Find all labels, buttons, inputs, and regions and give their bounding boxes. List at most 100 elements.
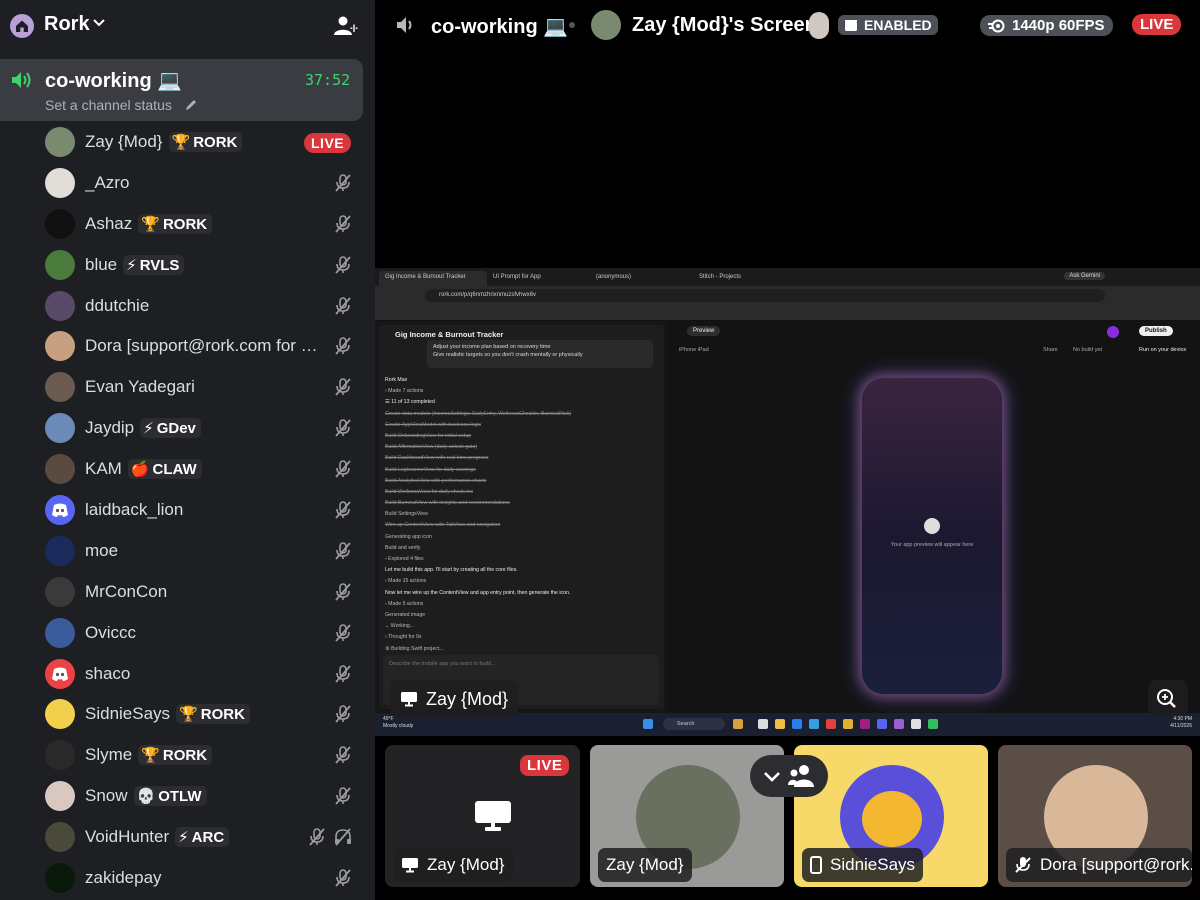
tile-label: SidnieSays [802,848,924,882]
server-header[interactable]: Rork [0,0,375,52]
channel-status-input[interactable]: Set a channel status [45,97,172,113]
member-name: KAM [85,459,122,479]
browser-tab[interactable]: Stitch - Projects [693,271,793,286]
stream-quality-badge[interactable]: 1440p 60FPS [980,15,1113,36]
voice-member-row[interactable]: Jaydip ⚡ GDev [0,408,375,449]
server-tag[interactable]: 🍎 CLAW [127,459,202,480]
publish-button[interactable]: Publish [1139,326,1173,336]
avatar-character [862,791,922,847]
server-tag[interactable]: ⚡ ARC [175,827,230,848]
voice-member-row[interactable]: _Azro [0,163,375,204]
app-icon[interactable] [911,719,921,729]
mic-muted-icon [333,704,353,724]
app-icon[interactable] [860,719,870,729]
mic-muted-icon [333,786,353,806]
clock-date: 4/11/2026 [1170,723,1192,729]
chevron-down-icon [764,772,780,782]
log-line: › Made 5 actions [385,600,424,607]
tag-label: RORK [193,134,238,151]
server-tag[interactable]: 🏆 RORK [168,132,243,152]
avatar [45,372,75,403]
app-icon[interactable] [758,719,768,729]
call-timer: 37:52 [305,71,351,89]
app-icon[interactable] [843,719,853,729]
chrome-icon[interactable] [826,719,836,729]
folder-icon[interactable] [775,719,785,729]
voice-member-row[interactable]: ddutchie [0,286,375,327]
member-name: zakidepay [85,868,162,888]
app-icon[interactable] [928,719,938,729]
voice-channel-card[interactable]: co-working 💻 37:52 Set a channel status [0,59,363,121]
start-icon[interactable] [643,719,653,729]
device-tabs[interactable]: iPhone iPad [679,347,709,353]
app-icon[interactable] [792,719,802,729]
browser-tab[interactable]: (anonymous) [590,271,690,286]
member-name: laidback_lion [85,500,184,520]
member-name-group: Slyme 🏆 RORK [85,745,213,766]
voice-member-row[interactable]: zakidepay [0,858,375,899]
preview-toolbar: Preview Publish [667,325,1200,341]
server-tag[interactable]: ⚡ GDev [140,418,201,439]
collapse-participants-button[interactable] [750,755,828,797]
voice-member-row[interactable]: MrConCon [0,572,375,613]
edge-icon[interactable] [809,719,819,729]
participant-tile[interactable]: LIVE Zay {Mod} [385,745,580,887]
server-tag[interactable]: 🏆 RORK [138,745,213,766]
ask-gemini-button[interactable]: Ask Gemini [1064,272,1105,280]
voice-member-row[interactable]: Evan Yadegari [0,367,375,408]
voice-member-row[interactable]: blue ⚡ RVLS [0,245,375,286]
voice-member-row[interactable]: Slyme 🏆 RORK [0,735,375,776]
log-line: Build BurnoutView with insights and reco… [385,500,510,507]
server-tag[interactable]: 🏆 RORK [176,704,250,725]
voice-member-row[interactable]: KAM 🍎 CLAW [0,449,375,490]
share-button[interactable]: Share [1043,347,1058,353]
voice-member-row[interactable]: laidback_lion [0,490,375,531]
discord-icon[interactable] [877,719,887,729]
member-name: Snow [85,786,128,806]
app-icon[interactable] [733,719,743,729]
live-badge[interactable]: LIVE [304,133,352,153]
voice-member-row[interactable]: shaco [0,654,375,695]
server-tag[interactable]: 🏆 RORK [138,213,213,234]
screen-share-view[interactable]: Gig Income & Burnout Tracker UI Prompt f… [375,268,1200,736]
run-on-device-button[interactable]: Run on your device [1139,347,1186,353]
voice-member-row[interactable]: SidnieSays 🏆 RORK [0,694,375,735]
add-member-icon[interactable] [332,13,358,39]
voice-member-row[interactable]: moe [0,531,375,572]
zoom-in-icon [1157,689,1176,708]
taskbar-search[interactable]: Search [663,718,725,730]
voice-member-row[interactable]: Dora [support@rork.com for help] [0,326,375,367]
tag-label: GDev [156,420,196,438]
tile-name: SidnieSays [830,855,916,874]
log-line: Build AnalyticsView with performance cha… [385,477,487,484]
avatar [1107,326,1119,338]
zoom-button[interactable] [1148,680,1188,716]
server-tag[interactable]: 💀 OTLW [133,786,207,807]
pencil-icon[interactable] [184,98,198,112]
member-name: Slyme [85,745,133,765]
log-line: Create data models (IncomeSettings, Dail… [385,410,572,417]
mic-muted-icon [333,173,353,193]
weather-widget[interactable]: 49°F Mostly cloudy [383,716,413,730]
member-name-group: _Azro [85,173,129,193]
voice-member-row[interactable]: Zay {Mod} 🏆 RORK LIVE [0,122,375,163]
browser-tab[interactable]: UI Prompt for App [487,271,587,286]
member-name: Dora [support@rork.com for help] [85,336,325,356]
url-bar[interactable]: rork.com/p/q6nmzhrixnmuzsfvhwx6v [425,289,1105,302]
participant-tile[interactable]: Dora [support@rork.com for help] [998,745,1192,887]
browser-tab[interactable]: Gig Income & Burnout Tracker [379,271,487,286]
tag-label: RORK [200,706,245,724]
voice-member-row[interactable]: Snow 💀 OTLW [0,776,375,817]
tag-label: RVLS [139,256,180,274]
message-line: Adjust your income plan based on recover… [433,344,551,350]
voice-member-row[interactable]: VoidHunter ⚡ ARC [0,817,375,858]
app-icon[interactable] [894,719,904,729]
speaker-icon [397,17,412,33]
people-icon [788,765,814,787]
server-tag[interactable]: ⚡ RVLS [123,254,185,275]
member-name-group: Ashaz 🏆 RORK [85,213,213,234]
voice-member-row[interactable]: Oviccc [0,613,375,654]
tag-icon: 🍎 [130,461,150,479]
voice-member-row[interactable]: Ashaz 🏆 RORK [0,204,375,245]
preview-tab[interactable]: Preview [687,326,721,336]
